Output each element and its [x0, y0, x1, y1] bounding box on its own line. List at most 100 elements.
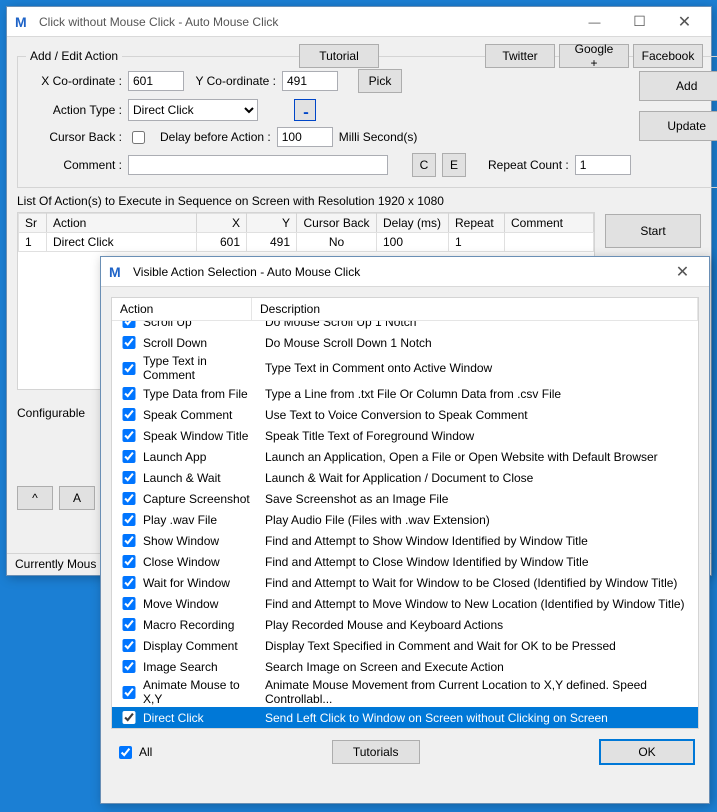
all-label: All — [139, 745, 152, 759]
list-item-action: Launch App — [139, 450, 261, 464]
maximize-button[interactable]: ☐ — [617, 7, 662, 37]
x-input[interactable] — [128, 71, 184, 91]
action-selection-dialog: M Visible Action Selection - Auto Mouse … — [100, 256, 710, 804]
list-item[interactable]: Scroll DownDo Mouse Scroll Down 1 Notch — [112, 332, 698, 353]
all-checkbox[interactable] — [119, 746, 132, 759]
start-button[interactable]: Start — [605, 214, 701, 248]
list-item[interactable]: Macro RecordingPlay Recorded Mouse and K… — [112, 614, 698, 635]
list-item[interactable]: Type Text in CommentType Text in Comment… — [112, 353, 698, 383]
list-item[interactable]: Speak Window TitleSpeak Title Text of Fo… — [112, 425, 698, 446]
col-description[interactable]: Description — [252, 298, 698, 320]
tutorials-button[interactable]: Tutorials — [332, 740, 420, 764]
col-cursor-back[interactable]: Cursor Back — [297, 214, 377, 233]
list-item[interactable]: Wait for WindowFind and Attempt to Wait … — [112, 572, 698, 593]
repeat-count-label: Repeat Count : — [488, 158, 569, 172]
comment-input[interactable] — [128, 155, 388, 175]
list-item[interactable]: Move WindowFind and Attempt to Move Wind… — [112, 593, 698, 614]
list-item-checkbox[interactable] — [122, 660, 136, 673]
a-button[interactable]: A — [59, 486, 95, 510]
list-item-checkbox[interactable] — [122, 534, 136, 547]
col-repeat[interactable]: Repeat — [449, 214, 505, 233]
cursor-back-checkbox[interactable] — [132, 131, 145, 144]
list-item-checkbox[interactable] — [122, 492, 136, 505]
google-plus-button[interactable]: Google + — [559, 44, 629, 68]
list-item[interactable]: Capture ScreenshotSave Screenshot as an … — [112, 488, 698, 509]
list-item[interactable]: Animate Mouse to X,YAnimate Mouse Moveme… — [112, 677, 698, 707]
list-item-checkbox[interactable] — [122, 336, 136, 349]
add-button[interactable]: Add — [639, 71, 717, 101]
pick-button[interactable]: Pick — [358, 69, 402, 93]
minimize-button[interactable]: — — [572, 7, 617, 37]
action-list[interactable]: Action Description Up ArrowPress Up Arro… — [111, 297, 699, 729]
list-item-checkbox[interactable] — [122, 408, 136, 421]
list-item-checkbox[interactable] — [122, 471, 136, 484]
list-item[interactable]: Speak CommentUse Text to Voice Conversio… — [112, 404, 698, 425]
list-item-action: Play .wav File — [139, 513, 261, 527]
list-item-checkbox[interactable] — [122, 513, 136, 526]
col-action[interactable]: Action — [47, 214, 197, 233]
list-item-description: Launch an Application, Open a File or Op… — [261, 450, 692, 464]
list-item-action: Capture Screenshot — [139, 492, 261, 506]
facebook-button[interactable]: Facebook — [633, 44, 703, 68]
list-item-checkbox[interactable] — [122, 450, 136, 463]
dialog-close-button[interactable]: ✕ — [660, 257, 705, 287]
cell-x: 601 — [197, 233, 247, 252]
delay-input[interactable] — [277, 127, 333, 147]
col-delay[interactable]: Delay (ms) — [377, 214, 449, 233]
list-item-checkbox[interactable] — [122, 429, 136, 442]
list-item[interactable]: Play .wav FilePlay Audio File (Files wit… — [112, 509, 698, 530]
grid-header-row: Sr Action X Y Cursor Back Delay (ms) Rep… — [19, 214, 594, 233]
action-type-label: Action Type : — [26, 103, 122, 117]
col-y[interactable]: Y — [247, 214, 297, 233]
list-item-description: Search Image on Screen and Execute Actio… — [261, 660, 692, 674]
list-item-checkbox[interactable] — [122, 639, 136, 652]
list-caption: List Of Action(s) to Execute in Sequence… — [17, 194, 701, 208]
cell-repeat: 1 — [449, 233, 505, 252]
all-checkbox-label[interactable]: All — [115, 743, 152, 762]
col-x[interactable]: X — [197, 214, 247, 233]
twitter-button[interactable]: Twitter — [485, 44, 555, 68]
update-button[interactable]: Update — [639, 111, 717, 141]
list-item[interactable]: Display CommentDisplay Text Specified in… — [112, 635, 698, 656]
e-button[interactable]: E — [442, 153, 466, 177]
col-sr[interactable]: Sr — [19, 214, 47, 233]
list-item[interactable]: Launch AppLaunch an Application, Open a … — [112, 446, 698, 467]
action-type-ellipsis-button[interactable]: ... — [294, 99, 316, 121]
list-item-description: Launch & Wait for Application / Document… — [261, 471, 692, 485]
list-item-description: Display Text Specified in Comment and Wa… — [261, 639, 692, 653]
list-item[interactable]: Launch & WaitLaunch & Wait for Applicati… — [112, 467, 698, 488]
list-item-checkbox[interactable] — [122, 711, 136, 724]
caret-button[interactable]: ^ — [17, 486, 53, 510]
app-icon: M — [15, 14, 31, 30]
list-item[interactable]: Close WindowFind and Attempt to Close Wi… — [112, 551, 698, 572]
cell-cursor-back: No — [297, 233, 377, 252]
list-item[interactable]: Type Data from FileType a Line from .txt… — [112, 383, 698, 404]
list-item[interactable]: Direct ClickSend Left Click to Window on… — [112, 707, 698, 728]
list-item[interactable]: Show WindowFind and Attempt to Show Wind… — [112, 530, 698, 551]
close-button[interactable]: ✕ — [662, 7, 707, 37]
list-item-checkbox[interactable] — [122, 387, 136, 400]
grid-row[interactable]: 1 Direct Click 601 491 No 100 1 — [19, 233, 594, 252]
list-item-checkbox[interactable] — [122, 618, 136, 631]
list-item-checkbox[interactable] — [122, 686, 136, 699]
cursor-back-label: Cursor Back : — [26, 130, 122, 144]
list-item-action: Animate Mouse to X,Y — [139, 678, 261, 706]
main-window-title: Click without Mouse Click - Auto Mouse C… — [39, 15, 572, 29]
list-item[interactable]: Image SearchSearch Image on Screen and E… — [112, 656, 698, 677]
ok-button[interactable]: OK — [599, 739, 695, 765]
list-item-checkbox[interactable] — [122, 597, 136, 610]
c-button[interactable]: C — [412, 153, 436, 177]
repeat-count-input[interactable] — [575, 155, 631, 175]
list-item-checkbox[interactable] — [122, 362, 136, 375]
action-type-select[interactable]: Direct Click — [128, 99, 258, 121]
list-item-description: Speak Title Text of Foreground Window — [261, 429, 692, 443]
list-item-description: Play Recorded Mouse and Keyboard Actions — [261, 618, 692, 632]
y-input[interactable] — [282, 71, 338, 91]
group-legend: Add / Edit Action — [26, 49, 122, 63]
tutorial-button[interactable]: Tutorial — [299, 44, 379, 68]
col-comment[interactable]: Comment — [505, 214, 594, 233]
list-item-checkbox[interactable] — [122, 576, 136, 589]
list-item-checkbox[interactable] — [122, 555, 136, 568]
list-item-action: Speak Window Title — [139, 429, 261, 443]
col-action[interactable]: Action — [112, 298, 252, 320]
